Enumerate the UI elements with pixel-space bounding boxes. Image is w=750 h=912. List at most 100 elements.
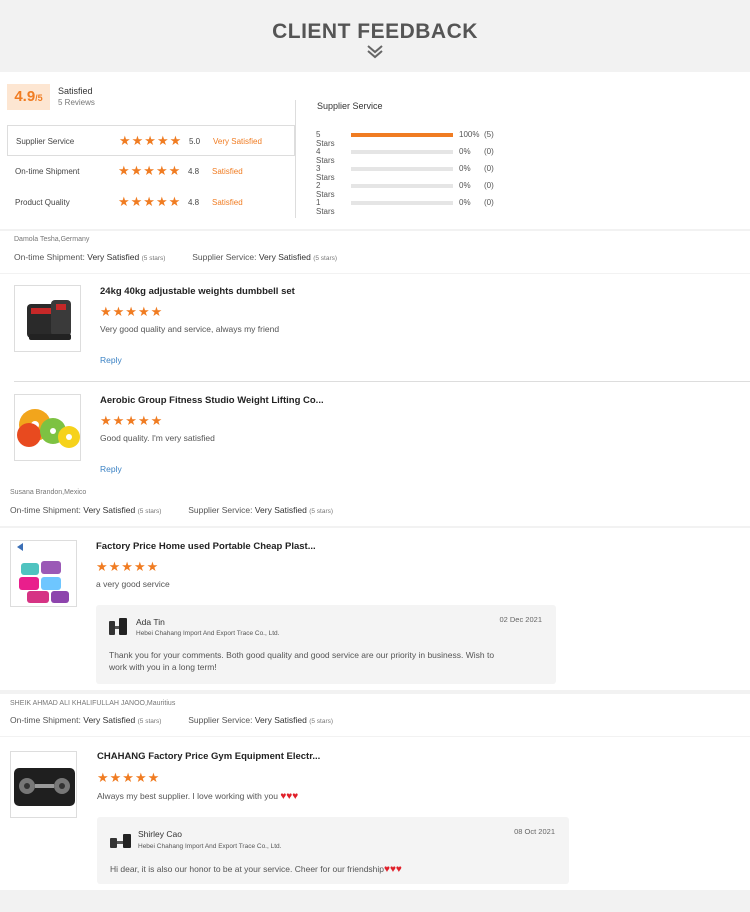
- response-message: Hi dear, it is also our honor to be at y…: [110, 863, 402, 876]
- divider: [295, 100, 296, 218]
- score-value: 4.9: [14, 88, 36, 105]
- chevron-down-icon: [367, 45, 383, 59]
- shipment-label: On-time Shipment:: [10, 715, 81, 725]
- shipment-value: Very Satisfied: [83, 715, 136, 725]
- reviewer-ratings: On-time Shipment: Very Satisfied (5 star…: [10, 505, 333, 515]
- reviewer-name: SHEIK AHMAD ALI KHALIFULLAH JANOO,Maurit…: [10, 700, 176, 707]
- responder-company: Hebei Chahang Import And Export Trace Co…: [138, 843, 282, 850]
- review-stars: ★★★★★: [100, 413, 164, 428]
- response-line: Thank you for your comments. Both good q…: [109, 650, 495, 660]
- shipment-value: Very Satisfied: [87, 252, 140, 262]
- rating-stars: ★★★★★: [118, 163, 182, 178]
- star-bar-percent: 0%: [459, 147, 471, 156]
- product-thumbnail[interactable]: [14, 285, 81, 352]
- supplier-logo-icon: [110, 834, 131, 848]
- rating-summary: 4.9/5 Satisfied 5 Reviews Supplier Servi…: [0, 72, 750, 229]
- review-text: a very good service: [96, 579, 170, 589]
- heart-icon: ♥♥♥: [384, 864, 402, 875]
- dimension-label: Supplier Service: [16, 137, 75, 146]
- rating-stars: ★★★★★: [118, 194, 182, 209]
- star-bar-label: 1 Stars: [316, 198, 335, 216]
- hex-dumbbells-image: [11, 541, 76, 606]
- star-bar-count: (0): [484, 147, 494, 156]
- service-stars: (5 stars): [309, 718, 334, 725]
- reviewer-ratings: On-time Shipment: Very Satisfied (5 star…: [14, 252, 337, 262]
- dimension-score: 4.8: [188, 167, 200, 176]
- satisfaction-label: Satisfied: [58, 86, 93, 96]
- star-bar-count: (0): [484, 198, 494, 207]
- reply-link[interactable]: Reply: [100, 464, 122, 474]
- dumbbell-image: [15, 286, 80, 351]
- supplier-service-title: Supplier Service: [317, 101, 383, 111]
- product-title[interactable]: Aerobic Group Fitness Studio Weight Lift…: [100, 395, 324, 406]
- star-bar-percent: 0%: [459, 164, 471, 173]
- dimension-rating: Satisfied: [212, 167, 243, 176]
- service-value: Very Satisfied: [258, 252, 311, 262]
- star-bar-track: [351, 167, 453, 171]
- review-text-content: Always my best supplier. I love working …: [97, 791, 278, 801]
- rating-stars: ★★★★★: [119, 133, 183, 148]
- service-label: Supplier Service:: [192, 252, 257, 262]
- star-bar-label: 3 Stars: [316, 164, 335, 182]
- shipment-stars: (5 stars): [137, 508, 162, 515]
- star-bar-fill: [351, 133, 453, 137]
- response-message: Thank you for your comments. Both good q…: [109, 649, 494, 673]
- review-stars: ★★★★★: [97, 770, 161, 785]
- responder-name: Ada Tin: [136, 617, 165, 627]
- star-bar-percent: 100%: [459, 130, 480, 139]
- service-value: Very Satisfied: [254, 715, 307, 725]
- product-title[interactable]: CHAHANG Factory Price Gym Equipment Elec…: [97, 751, 320, 762]
- review-list: 24kg 40kg adjustable weights dumbbell se…: [0, 274, 750, 526]
- product-thumbnail[interactable]: [14, 394, 81, 461]
- reviewer-name: Susana Brandon,Mexico: [10, 489, 87, 496]
- reply-link[interactable]: Reply: [100, 355, 122, 365]
- review-count: 5 Reviews: [58, 98, 95, 107]
- star-bar-percent: 0%: [459, 198, 471, 207]
- product-title[interactable]: Factory Price Home used Portable Cheap P…: [96, 541, 316, 552]
- review-item: Factory Price Home used Portable Cheap P…: [0, 528, 750, 690]
- service-label: Supplier Service:: [188, 505, 253, 515]
- section-header: CLIENT FEEDBACK: [0, 0, 750, 72]
- review-stars: ★★★★★: [100, 304, 164, 319]
- shipment-label: On-time Shipment:: [14, 252, 85, 262]
- dimension-on-time-shipment: On-time Shipment ★★★★★ 4.8 Satisfied: [7, 156, 295, 187]
- star-bar-percent: 0%: [459, 181, 471, 190]
- review-text: Always my best supplier. I love working …: [97, 791, 298, 802]
- divider: [14, 381, 750, 382]
- dimension-label: On-time Shipment: [15, 167, 80, 176]
- review-item: CHAHANG Factory Price Gym Equipment Elec…: [0, 737, 750, 890]
- star-bar-label: 2 Stars: [316, 181, 335, 199]
- service-stars: (5 stars): [309, 508, 334, 515]
- dimension-rating: Very Satisfied: [213, 137, 262, 146]
- review-text: Good quality. I'm very satisfied: [100, 433, 215, 443]
- service-stars: (5 stars): [313, 255, 338, 262]
- section-title: CLIENT FEEDBACK: [272, 20, 478, 43]
- response-date: 02 Dec 2021: [499, 615, 542, 624]
- star-bar-track: [351, 184, 453, 188]
- responder-name: Shirley Cao: [138, 829, 182, 839]
- star-bar-count: (0): [484, 164, 494, 173]
- dumbbell-case-image: [11, 752, 76, 817]
- star-bar-track: [351, 133, 453, 137]
- product-thumbnail[interactable]: [10, 751, 77, 818]
- supplier-response: Shirley Cao Hebei Chahang Import And Exp…: [97, 817, 569, 884]
- dimension-product-quality: Product Quality ★★★★★ 4.8 Satisfied: [7, 187, 295, 218]
- dimension-score: 4.8: [188, 198, 200, 207]
- responder-company: Hebei Chahang Import And Export Trace Co…: [136, 630, 280, 637]
- weight-plates-image: [15, 395, 80, 460]
- dimension-label: Product Quality: [15, 198, 70, 207]
- star-bar-label: 5 Stars: [316, 130, 335, 148]
- shipment-label: On-time Shipment:: [10, 505, 81, 515]
- overall-score: 4.9/5: [7, 84, 50, 110]
- heart-icon: ♥♥♥: [280, 791, 299, 802]
- star-bar-count: (0): [484, 181, 494, 190]
- product-title[interactable]: 24kg 40kg adjustable weights dumbbell se…: [100, 286, 295, 297]
- shipment-stars: (5 stars): [141, 255, 166, 262]
- score-out-of: /5: [35, 93, 43, 103]
- service-value: Very Satisfied: [254, 505, 307, 515]
- response-date: 08 Oct 2021: [514, 827, 555, 836]
- supplier-response: Ada Tin Hebei Chahang Import And Export …: [96, 605, 556, 684]
- reviewer-ratings: On-time Shipment: Very Satisfied (5 star…: [10, 715, 333, 725]
- star-bar-label: 4 Stars: [316, 147, 335, 165]
- product-thumbnail[interactable]: [10, 540, 77, 607]
